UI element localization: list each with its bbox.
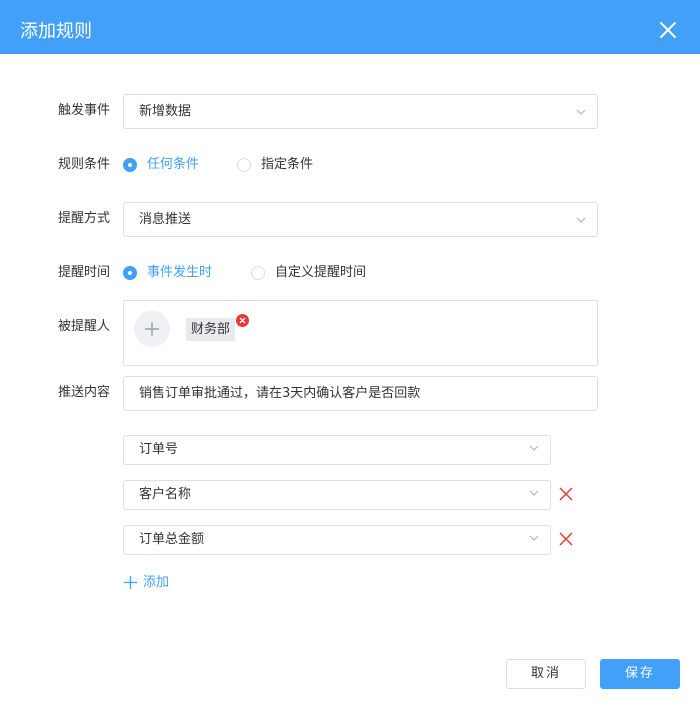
cancel-button[interactable]: 取消 — [506, 659, 586, 689]
reminder-method-value: 消息推送 — [139, 212, 192, 227]
radio-unchecked-icon — [237, 158, 251, 172]
push-content-input[interactable]: 销售订单审批通过，请在3天内确认客户是否回款 — [123, 376, 598, 411]
close-icon[interactable] — [656, 18, 680, 42]
chevron-down-icon — [529, 490, 539, 496]
plus-icon[interactable] — [134, 311, 170, 347]
add-field-button[interactable]: 添加 — [124, 573, 184, 593]
push-content-label: 推送内容 — [57, 385, 110, 400]
radio-checked-icon — [123, 266, 137, 280]
dialog-title: 添加规则 — [20, 21, 92, 42]
radio-custom-time-label: 自定义提醒时间 — [275, 265, 367, 280]
remove-tag-icon[interactable] — [236, 314, 249, 327]
recipient-tag-label: 财务部 — [191, 322, 231, 337]
radio-any-condition-label: 任何条件 — [147, 157, 200, 172]
recipients-box: 财务部 — [123, 300, 598, 366]
chevron-down-icon — [576, 109, 586, 115]
recipient-tag: 财务部 — [186, 318, 236, 341]
reminder-method-label: 提醒方式 — [57, 211, 110, 226]
field-select-value: 订单号 — [139, 442, 179, 457]
field-select-order-no[interactable]: 订单号 — [123, 435, 551, 465]
recipients-label: 被提醒人 — [57, 319, 110, 334]
chevron-down-icon — [529, 445, 539, 451]
push-content-value: 销售订单审批通过，请在3天内确认客户是否回款 — [139, 386, 421, 401]
chevron-down-icon — [576, 217, 586, 223]
radio-custom-time[interactable]: 自定义提醒时间 — [251, 263, 381, 283]
add-rule-dialog: 添加规则 触发事件 新增数据 规则条件 任何条件 指定条件 提醒方式 消息推送 … — [0, 0, 700, 708]
radio-on-event-label: 事件发生时 — [147, 265, 213, 280]
radio-unchecked-icon — [251, 266, 265, 280]
radio-checked-icon — [123, 158, 137, 172]
add-field-label: 添加 — [143, 575, 170, 590]
trigger-event-label: 触发事件 — [57, 103, 110, 118]
remove-field-icon[interactable] — [558, 531, 574, 547]
trigger-event-value: 新增数据 — [139, 104, 192, 119]
reminder-time-label: 提醒时间 — [57, 265, 110, 280]
chevron-down-icon — [529, 535, 539, 541]
reminder-method-select[interactable]: 消息推送 — [123, 202, 598, 237]
dialog-header: 添加规则 — [0, 0, 700, 54]
trigger-event-select[interactable]: 新增数据 — [123, 94, 598, 129]
radio-any-condition[interactable]: 任何条件 — [123, 155, 213, 175]
plus-icon — [124, 576, 137, 589]
field-select-value: 订单总金额 — [139, 532, 205, 547]
radio-specific-condition-label: 指定条件 — [261, 157, 314, 172]
rule-condition-label: 规则条件 — [57, 157, 110, 172]
radio-specific-condition[interactable]: 指定条件 — [237, 155, 327, 175]
radio-on-event[interactable]: 事件发生时 — [123, 263, 227, 283]
save-button[interactable]: 保存 — [600, 659, 680, 689]
field-select-value: 客户名称 — [139, 487, 192, 502]
field-select-customer-name[interactable]: 客户名称 — [123, 480, 551, 510]
remove-field-icon[interactable] — [558, 486, 574, 502]
field-select-order-total[interactable]: 订单总金额 — [123, 525, 551, 555]
